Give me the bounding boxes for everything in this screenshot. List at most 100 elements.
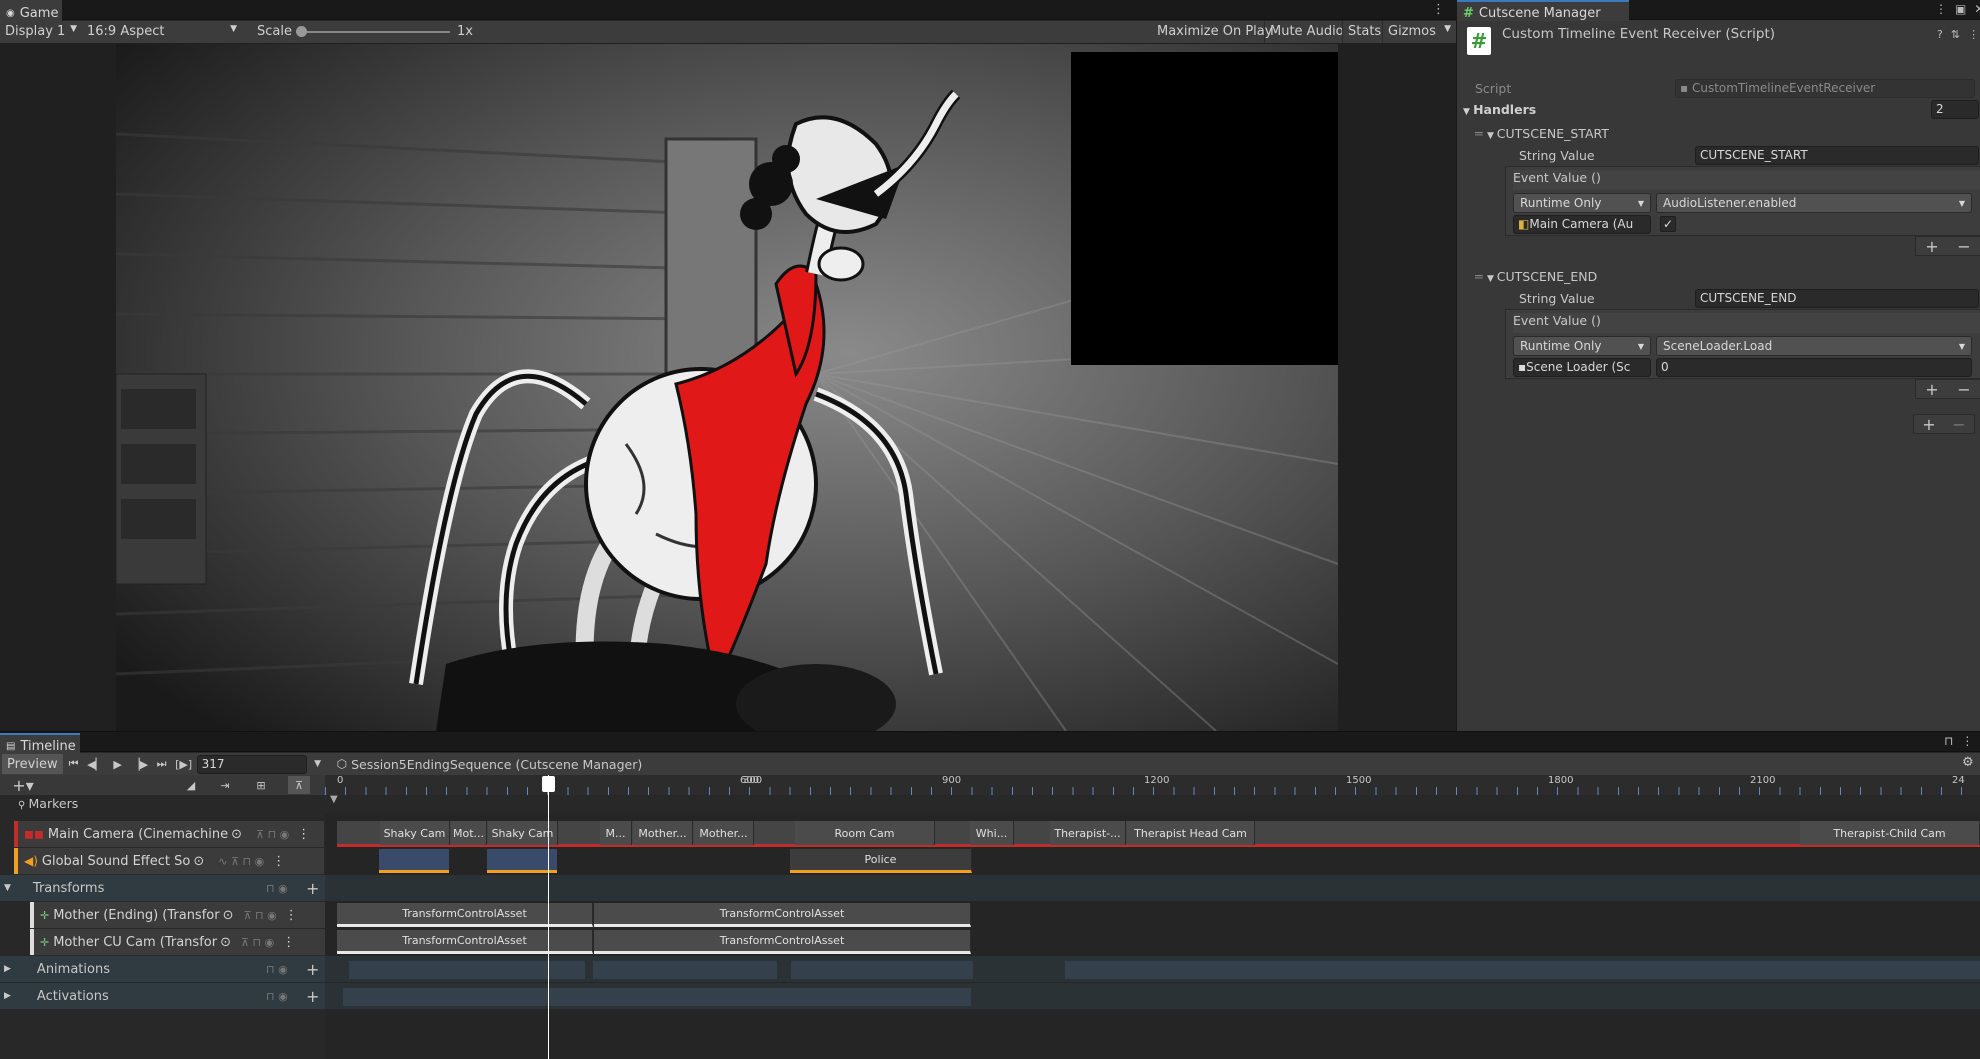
chevron-down-icon[interactable]: ▼ <box>307 755 329 773</box>
maximize-icon[interactable]: ▣ <box>1955 2 1966 16</box>
track-global-sound[interactable]: ◀) Global Sound Effect So ⊙ ∿ ⊼ ⊓ ◉ ⋮ <box>14 848 324 874</box>
track-group-activations[interactable]: ▶ Activations ⊓ ◉ + <box>0 983 325 1009</box>
target-picker-icon[interactable]: ⊙ <box>231 827 242 842</box>
track-group-transforms[interactable]: ▼ Transforms ⊓ ◉ + <box>0 875 325 901</box>
add-icon[interactable]: + <box>306 879 319 898</box>
tab-timeline[interactable]: ▤ Timeline <box>0 733 80 754</box>
game-render-frame[interactable] <box>116 44 1338 731</box>
handler-foldout[interactable]: ▼ CUTSCENE_START <box>1487 126 1609 141</box>
display-dropdown[interactable]: Display 1 ▼ <box>0 21 82 43</box>
more-icon[interactable]: ⋮ <box>1935 2 1947 16</box>
transform-clip[interactable]: TransformControlAsset <box>594 930 971 954</box>
add-icon[interactable]: + <box>1922 415 1935 434</box>
track-main-camera[interactable]: ◼◼ Main Camera (Cinemachine ⊙ ⊼ ⊓ ◉ ⋮ <box>14 821 324 847</box>
camera-clip[interactable]: Mot... <box>451 821 487 845</box>
markers-row[interactable]: ⚲ Markers <box>18 796 78 811</box>
target-object-field[interactable]: ▪Scene Loader (Sc <box>1513 358 1651 377</box>
handler-foldout[interactable]: ▼ CUTSCENE_END <box>1487 269 1597 284</box>
frame-field[interactable]: 317 <box>196 754 307 774</box>
function-dropdown[interactable]: AudioListener.enabled ▼ <box>1656 193 1972 213</box>
add-icon[interactable]: + <box>1925 380 1938 399</box>
runtime-mode-dropdown[interactable]: Runtime Only ▼ <box>1513 193 1651 213</box>
audio-clip[interactable] <box>379 849 449 873</box>
track-mother-ending[interactable]: ✛ Mother (Ending) (Transfor ⊙ ⊼ ⊓ ◉ ⋮ <box>30 902 325 928</box>
group-controls-icons[interactable]: ⊓ ◉ <box>266 963 288 976</box>
target-object-field[interactable]: ◧Main Camera (Au <box>1513 215 1651 234</box>
string-value-field[interactable]: CUTSCENE_START <box>1695 146 1979 165</box>
loop-range-icon[interactable]: [▶] <box>173 755 195 773</box>
animation-clip-summary[interactable] <box>349 961 585 979</box>
snap-icon[interactable]: ⇥ <box>214 776 236 794</box>
lock-icon[interactable]: ⊓ <box>1944 734 1953 748</box>
track-controls-icons[interactable]: ∿ ⊼ ⊓ ◉ <box>218 855 264 868</box>
preview-toggle[interactable]: Preview <box>2 754 63 774</box>
track-mother-cu-cam[interactable]: ✛ Mother CU Cam (Transfor ⊙ ⊼ ⊓ ◉ ⋮ <box>30 929 325 955</box>
add-icon[interactable]: + <box>1925 237 1938 256</box>
more-icon[interactable]: ⋮ <box>1961 734 1973 748</box>
function-dropdown[interactable]: SceneLoader.Load ▼ <box>1656 336 1972 356</box>
camera-clip[interactable]: Room Cam <box>795 821 935 845</box>
animation-clip-summary[interactable] <box>1065 961 1980 979</box>
game-menu-icon[interactable]: ⋮ <box>1432 2 1445 17</box>
remove-icon[interactable]: − <box>1957 380 1970 399</box>
transform-clip[interactable]: TransformControlAsset <box>337 903 593 927</box>
int-argument-field[interactable]: 0 <box>1656 358 1972 377</box>
group-controls-icons[interactable]: ⊓ ◉ <box>266 882 288 895</box>
camera-clip[interactable]: M... <box>600 821 632 845</box>
add-icon[interactable]: + <box>306 960 319 979</box>
camera-clip[interactable]: Mother... <box>694 821 754 845</box>
track-group-animations[interactable]: ▶ Animations ⊓ ◉ + <box>0 956 325 982</box>
camera-clip[interactable]: Therapist-... <box>1050 821 1126 845</box>
audio-clip[interactable] <box>487 849 557 873</box>
play-icon[interactable]: ▶ <box>107 755 129 773</box>
camera-clip[interactable]: Whi... <box>970 821 1014 845</box>
transform-clip[interactable]: TransformControlAsset <box>337 930 593 954</box>
camera-clip[interactable]: Therapist Head Cam <box>1127 821 1255 845</box>
target-picker-icon[interactable]: ⊙ <box>220 935 231 950</box>
help-icon[interactable]: ? <box>1937 28 1943 41</box>
remove-icon[interactable]: − <box>1952 415 1965 434</box>
animation-clip-summary[interactable] <box>593 961 777 979</box>
drag-handle-icon[interactable]: ═ <box>1475 126 1483 141</box>
audio-clip-police[interactable]: Police <box>790 849 972 873</box>
target-picker-icon[interactable]: ⊙ <box>193 854 204 869</box>
previous-frame-icon[interactable]: ◀▏ <box>85 755 107 773</box>
add-icon[interactable]: + <box>306 987 319 1006</box>
gizmos-dropdown[interactable]: Gizmos ▼ <box>1382 21 1456 43</box>
playhead-handle[interactable] <box>542 776 555 792</box>
tab-game[interactable]: ◉ Game <box>0 0 62 21</box>
track-controls-icons[interactable]: ⊼ ⊓ ◉ <box>241 936 274 949</box>
string-value-field[interactable]: CUTSCENE_END <box>1695 289 1979 308</box>
time-ruler[interactable]: 0 300 <box>325 775 1980 795</box>
group-controls-icons[interactable]: ⊓ ◉ <box>266 990 288 1003</box>
close-icon[interactable]: ✕ <box>1974 2 1980 16</box>
handlers-foldout[interactable]: ▼ Handlers <box>1463 102 1536 117</box>
track-controls-icons[interactable]: ⊼ ⊓ ◉ <box>256 828 289 841</box>
gear-icon[interactable]: ⚙ <box>1962 755 1974 770</box>
remove-icon[interactable]: − <box>1957 237 1970 256</box>
add-track-icon[interactable]: +▾ <box>12 776 34 795</box>
animation-clip-summary[interactable] <box>791 961 973 979</box>
activation-clip-summary[interactable] <box>343 988 971 1006</box>
stats-toggle[interactable]: Stats <box>1342 21 1386 43</box>
drag-handle-icon[interactable]: ═ <box>1475 269 1483 284</box>
sequence-breadcrumb[interactable]: Session5EndingSequence (Cutscene Manager… <box>351 757 642 772</box>
track-menu-icon[interactable]: ⋮ <box>285 908 298 923</box>
goto-end-icon[interactable]: ⏭ <box>151 755 173 773</box>
next-frame-icon[interactable]: ▕▶ <box>129 755 151 773</box>
runtime-mode-dropdown[interactable]: Runtime Only ▼ <box>1513 336 1651 356</box>
track-menu-icon[interactable]: ⋮ <box>282 935 295 950</box>
maximize-on-play-toggle[interactable]: Maximize On Play <box>1152 21 1277 43</box>
aspect-dropdown[interactable]: 16:9 Aspect ▼ <box>82 21 242 43</box>
pin-icon[interactable]: ⊼ <box>288 776 310 794</box>
handlers-count-field[interactable]: 2 <box>1931 100 1979 119</box>
goto-start-icon[interactable]: ⏮ <box>63 755 85 773</box>
track-menu-icon[interactable]: ⋮ <box>272 854 285 869</box>
camera-clip[interactable]: Shaky Cam <box>380 821 450 845</box>
enabled-checkbox[interactable]: ✓ <box>1660 216 1676 232</box>
track-menu-icon[interactable]: ⋮ <box>297 827 310 842</box>
camera-clip[interactable]: Mother... <box>633 821 693 845</box>
track-controls-icons[interactable]: ⊼ ⊓ ◉ <box>244 909 277 922</box>
component-menu-icon[interactable]: ⋮ <box>1968 28 1979 41</box>
scale-slider-handle[interactable] <box>296 26 307 37</box>
